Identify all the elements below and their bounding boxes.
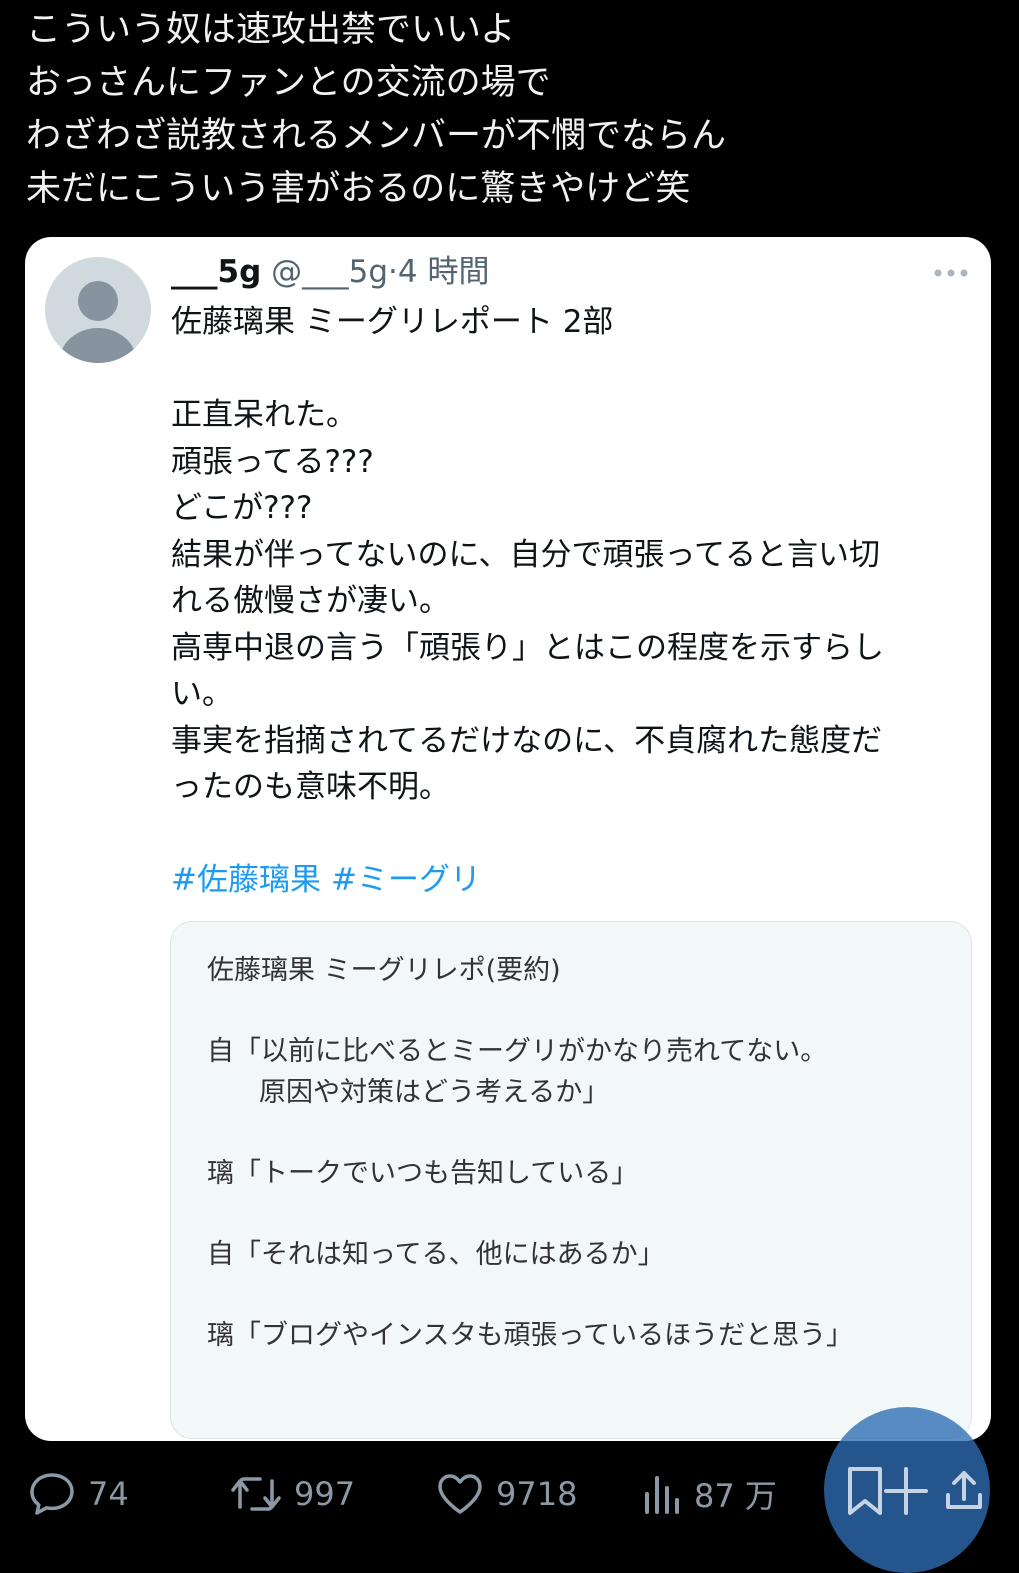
hashtag-link[interactable]: #佐藤璃果 [171, 862, 321, 898]
views-count: 87 万 [694, 1477, 777, 1515]
body-line: 事実を指摘されてるだけなのに、不貞腐れた態度だ [171, 722, 883, 759]
body-line: どこが??? [171, 490, 313, 526]
embed-title: 佐藤璃果 ミーグリレポ(要約) [207, 955, 561, 986]
reply-icon [30, 1473, 74, 1515]
embed-line: 自「それは知ってる、他にはあるか」 [207, 1239, 665, 1270]
default-avatar-icon[interactable] [45, 257, 151, 363]
like-icon [438, 1474, 482, 1514]
body-line: い。 [171, 676, 233, 712]
quoted-post-body: 佐藤璃果 ミーグリレポート 2部 正直呆れた。 頑張ってる??? どこが??? … [171, 299, 961, 811]
embedded-image-card[interactable]: 佐藤璃果 ミーグリレポ(要約) 自「以前に比べるとミーグリがかなり売れてない。 … [170, 921, 972, 1439]
share-button[interactable] [942, 1469, 986, 1513]
separator-dot: · [388, 254, 398, 290]
bookmark-add-button[interactable] [846, 1465, 930, 1517]
reply-count: 74 [88, 1475, 129, 1513]
body-blank-line [171, 346, 961, 393]
reply-button[interactable]: 74 [28, 1469, 129, 1519]
embed-line: 璃「トークでいつも告知している」 [207, 1158, 639, 1189]
embed-line: 自「以前に比べるとミーグリがかなり売れてない。 [207, 1036, 828, 1067]
repost-count: 997 [294, 1475, 356, 1513]
author-name[interactable]: ___5g [171, 254, 261, 290]
body-line: 高専中退の言う「頑張り」とはこの程度を示すらし [171, 629, 884, 666]
share-icon [946, 1471, 982, 1509]
repost-button[interactable]: 997 [230, 1469, 355, 1519]
body-line: 頑張ってる??? [171, 443, 374, 480]
quoted-post-card[interactable]: ___5g @___5g·4 時間 佐藤璃果 ミーグリレポート 2部 正直呆れた… [25, 237, 991, 1441]
body-line: ったのも意味不明。 [171, 769, 450, 805]
body-line: 結果が伴ってないのに、自分で頑張ってると言い切 [171, 536, 880, 573]
embed-line: 原因や対策はどう考えるか」 [259, 1077, 610, 1108]
views-icon [645, 1476, 679, 1514]
bookmark-add-icon [848, 1467, 928, 1515]
hashtags: #佐藤璃果 #ミーグリ [171, 857, 491, 903]
like-button[interactable]: 9718 [436, 1469, 577, 1519]
body-line: れる傲慢さが凄い。 [171, 583, 450, 619]
avatar-body [59, 328, 137, 363]
body-line: 正直呆れた。 [171, 397, 357, 433]
hashtag-link[interactable]: #ミーグリ [331, 862, 481, 898]
post-time[interactable]: 4 時間 [398, 254, 490, 290]
like-count: 9718 [496, 1475, 578, 1513]
post-text-line: わざわざ説教されるメンバーが不憫でならん [26, 116, 727, 156]
body-line: 佐藤璃果 ミーグリレポート 2部 [171, 304, 614, 340]
post-text-line: こういう奴は速攻出禁でいいよ [26, 10, 516, 50]
embed-line: 璃「ブログやインスタも頑張っているほうだと思う」 [207, 1320, 854, 1351]
avatar-head [78, 281, 118, 321]
embedded-image-text: 佐藤璃果 ミーグリレポ(要約) 自「以前に比べるとミーグリがかなり売れてない。 … [207, 950, 947, 1356]
post-text-line: おっさんにファンとの交流の場で [26, 63, 551, 103]
author-handle[interactable]: @___5g [271, 254, 388, 290]
post-text-line: 未だにこういう害がおるのに驚きやけど笑 [26, 169, 691, 209]
author-line: ___5g @___5g·4 時間 [171, 251, 489, 293]
views-button[interactable]: 87 万 [642, 1469, 777, 1519]
post-text: こういう奴は速攻出禁でいいよ おっさんにファンとの交流の場で わざわざ説教される… [26, 4, 986, 216]
more-dots-icon[interactable] [933, 259, 969, 279]
repost-icon [231, 1477, 281, 1511]
